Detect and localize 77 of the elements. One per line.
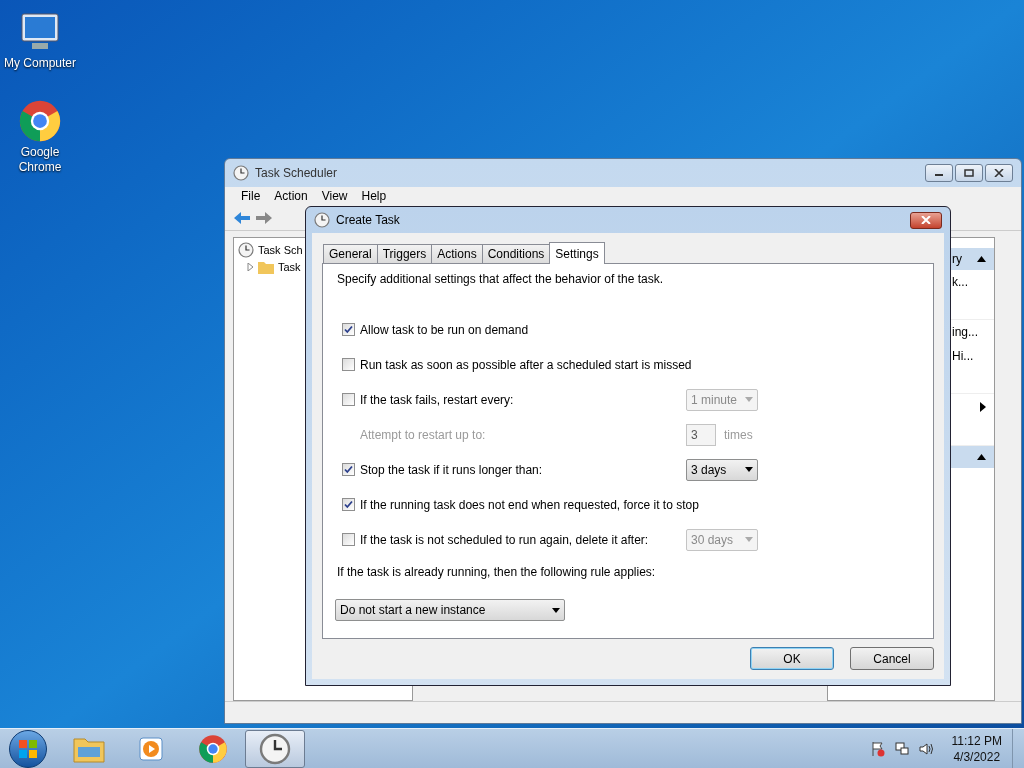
check-icon [344,325,353,334]
checkbox[interactable] [342,358,355,371]
window-title: Task Scheduler [255,165,338,182]
menu-item[interactable]: File [241,187,261,205]
tab[interactable]: Actions [431,244,483,263]
checkbox[interactable] [342,498,355,511]
caret-icon [552,607,560,613]
dropdown-value: 30 days [691,531,734,549]
chrome-icon [198,733,228,764]
flag-icon[interactable] [869,740,886,757]
check-icon [344,500,353,509]
checkbox-label[interactable]: If the running task does not end when requested, force it to stop [360,495,699,514]
dropdown[interactable]: 3 days [686,458,758,481]
chrome-icon [18,99,62,143]
pane-header: ry [952,251,962,268]
collapse-icon[interactable] [977,256,986,262]
collapse-icon[interactable] [977,454,986,460]
action-link[interactable]: k... [952,273,968,291]
dialog-button[interactable]: Cancel [850,647,934,670]
description-text: Specify additional settings that affect the behavior of the task. [336,271,664,288]
windows-logo-icon [18,738,38,759]
dialog-title: Create Task [336,212,400,229]
close-icon [921,216,931,224]
checkbox[interactable] [342,463,355,476]
checkbox-label[interactable]: Stop the task if it runs longer than: [360,460,543,479]
desktop-icon-label[interactable]: Google Chrome [0,145,80,175]
field-label: Attempt to restart up to: [359,426,487,444]
clock-icon [314,212,330,228]
dropdown-value: 3 days [691,461,727,479]
dropdown-value: Do not start a new instance [340,602,486,619]
play-icon [137,734,165,763]
dialog-button[interactable]: OK [750,647,834,670]
checkbox-label[interactable]: Allow task to be run on demand [360,320,529,339]
checkbox-label[interactable]: Run task as soon as possible after a scheduled start is missed [360,355,692,374]
forward-arrow-icon[interactable] [255,210,273,225]
minimize-icon[interactable] [925,164,953,182]
dropdown-value: 1 minute [691,391,738,409]
clock-icon [259,732,291,765]
caret-icon [745,537,753,542]
tab[interactable]: Conditions [481,244,551,263]
menu-item[interactable]: Action [274,187,308,205]
maximize-icon[interactable] [955,164,983,182]
rule-label: If the task is already running, then the following rule applies: [337,564,656,581]
speaker-icon[interactable] [917,740,934,757]
caret-icon [745,467,753,472]
caret-icon [745,397,753,402]
clock-date[interactable]: 4/3/2022 [953,748,1001,765]
checkbox[interactable] [342,323,355,336]
checkbox-label[interactable]: If the task is not scheduled to run again, delete it after: [360,530,649,549]
tree-item[interactable]: Task [278,258,301,275]
clock-icon [238,242,254,259]
network-icon[interactable] [893,740,910,757]
checkbox[interactable] [342,533,355,546]
start-button[interactable] [9,729,47,768]
menu-item[interactable]: Help [361,187,387,205]
action-link[interactable]: ing... [952,323,978,341]
taskbar-button[interactable] [245,729,305,768]
check-icon [344,465,353,474]
tab[interactable]: General [323,244,378,263]
menu-item[interactable]: View [321,187,348,205]
unit-label: times [724,426,753,444]
tree-item[interactable]: Task Sch [258,242,303,259]
tab[interactable]: Settings [549,242,605,264]
dropdown[interactable]: Do not start a new instance [335,599,565,621]
close-button[interactable] [910,211,942,229]
clock-time[interactable]: 11:12 PM [951,732,1002,749]
checkbox-label[interactable]: If the task fails, restart every: [360,390,514,409]
desktop-icon-label[interactable]: My Computer [4,56,76,71]
tab[interactable]: Triggers [376,244,433,263]
checkbox[interactable] [342,393,355,406]
submenu-arrow-icon[interactable] [980,402,986,412]
clock-icon [233,165,249,181]
expand-arrow-icon[interactable] [246,262,254,271]
close-icon[interactable] [985,164,1013,182]
folder-icon [258,259,274,274]
action-link[interactable]: Hi... [952,347,974,365]
back-arrow-icon[interactable] [233,210,251,225]
